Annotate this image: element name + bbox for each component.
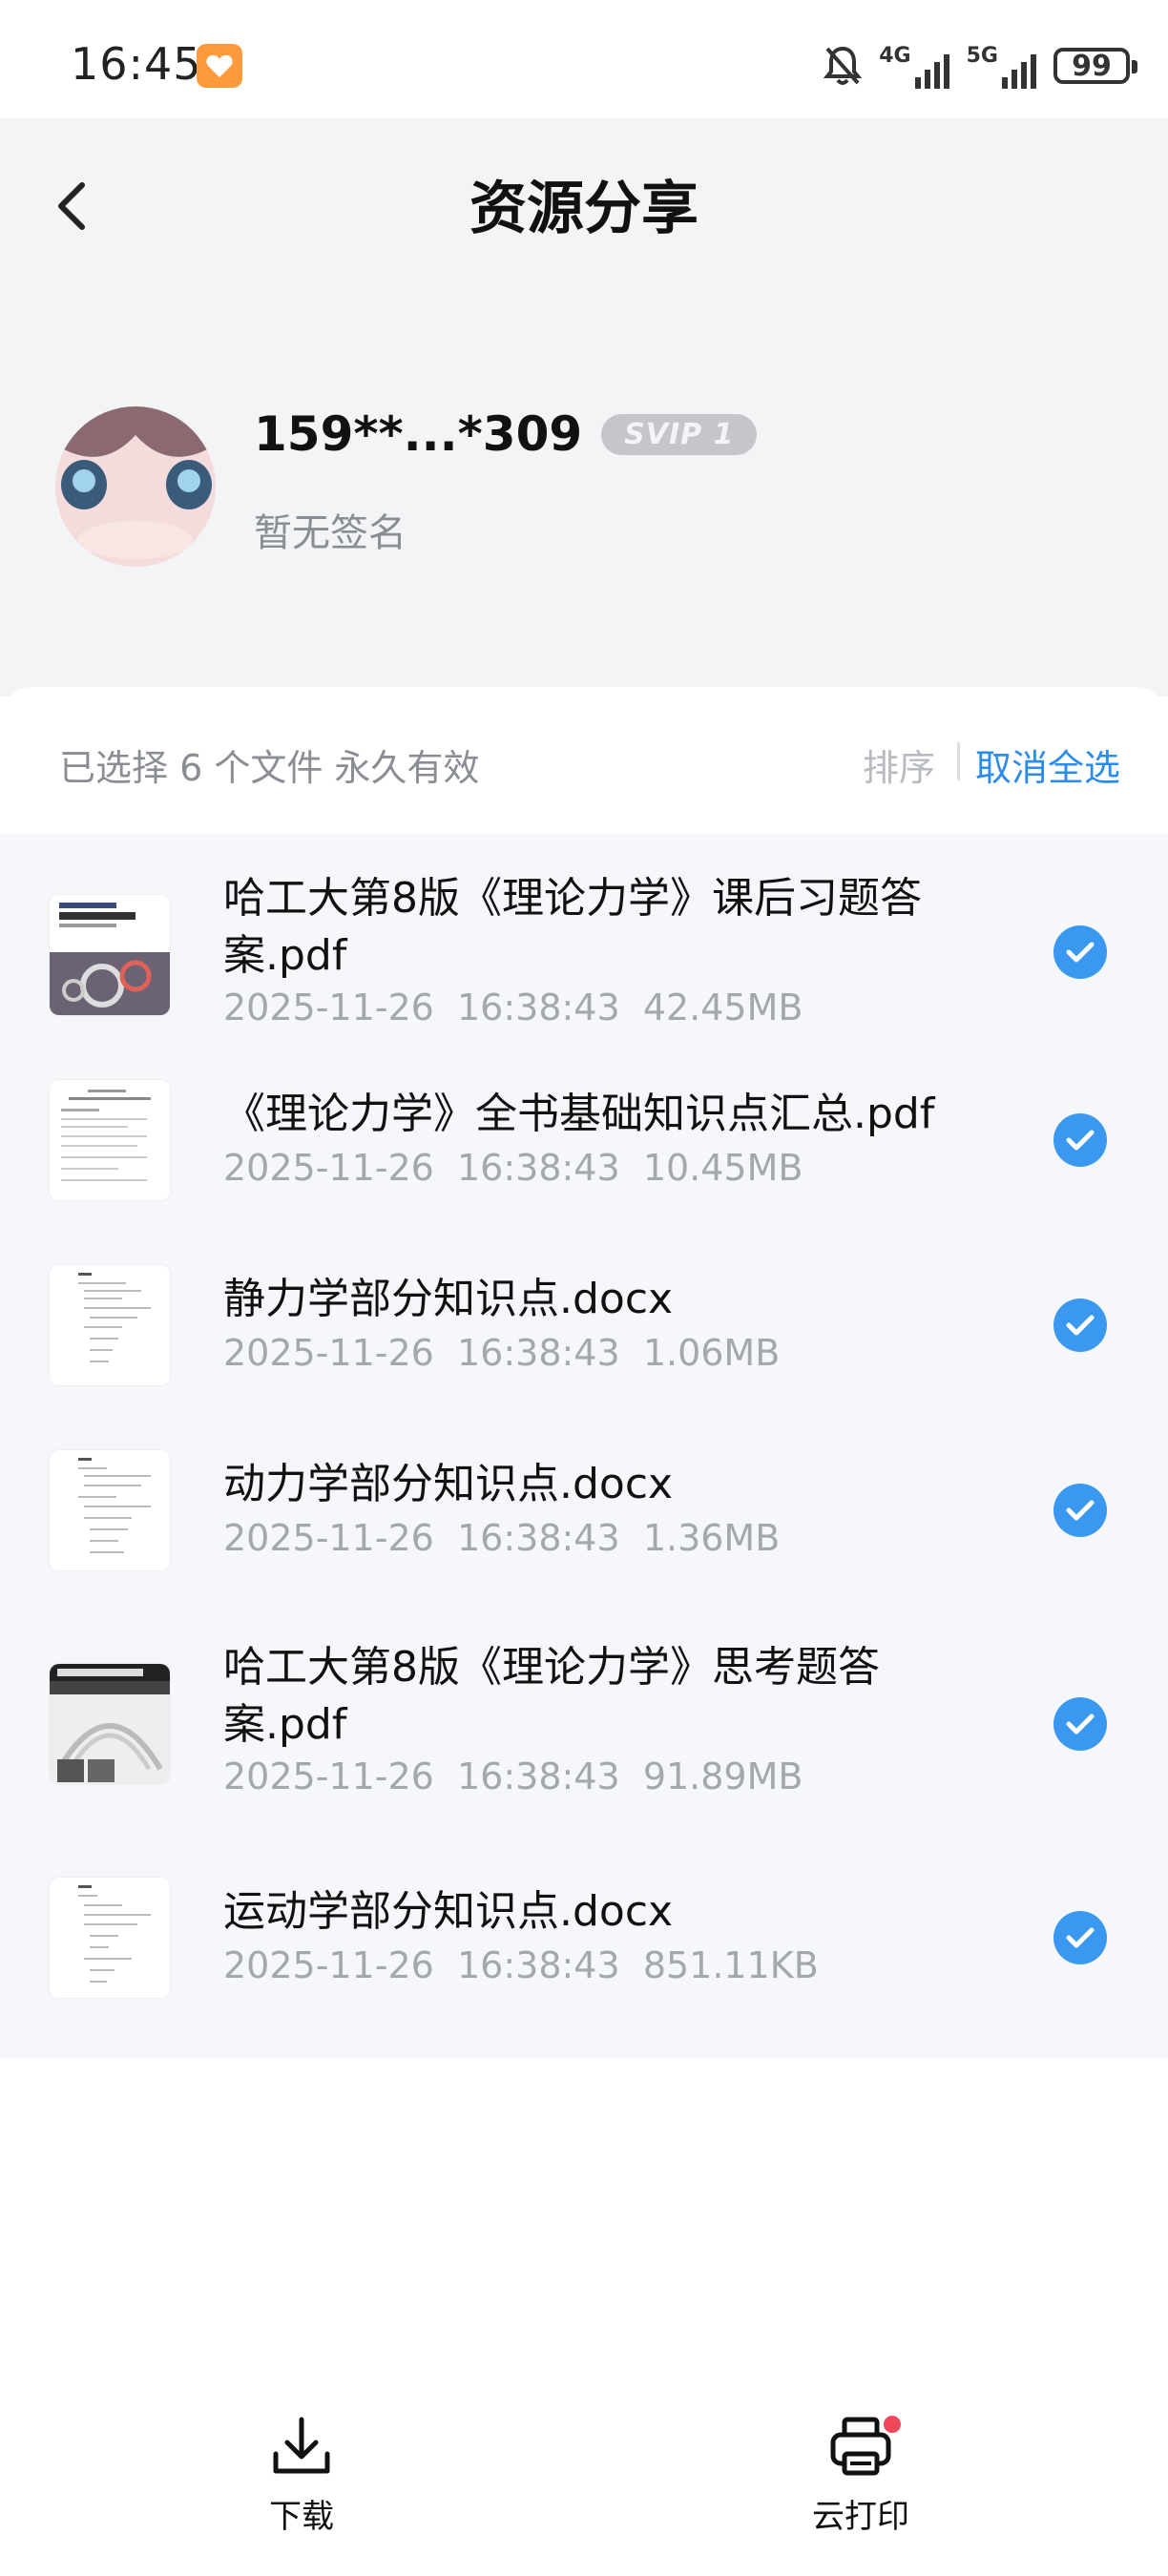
file-row[interactable]: 哈工大第8版《理论力学》思考题答案.pdf 2025-11-26 16:38:4… — [0, 1603, 1168, 1845]
signal-bars-icon — [1002, 53, 1036, 89]
download-icon — [273, 2417, 330, 2474]
download-label: 下载 — [269, 2498, 334, 2536]
file-name: 静力学部分知识点.docx — [223, 1275, 674, 1323]
notification-dot — [884, 2416, 901, 2433]
sort-button[interactable]: 排序 — [863, 738, 935, 791]
file-row[interactable]: 静力学部分知识点.docx 2025-11-26 16:38:43 1.06MB — [0, 1233, 1168, 1418]
file-thumbnail — [50, 1265, 170, 1385]
file-thumbnail — [50, 1878, 170, 1998]
check-icon — [1066, 1714, 1095, 1735]
file-thumbnail — [50, 1664, 170, 1784]
page-title: 资源分享 — [469, 176, 699, 242]
header-area: 资源分享 159**...*309 SVIP 1 暂无签名 — [0, 118, 1168, 696]
file-meta: 2025-11-26 16:38:43 42.45MB — [223, 987, 803, 1028]
divider — [957, 742, 960, 780]
file-row[interactable]: 运动学部分知识点.docx 2025-11-26 16:38:43 851.11… — [0, 1845, 1168, 2058]
checkbox-checked[interactable] — [1053, 1484, 1107, 1537]
cloud-print-label: 云打印 — [812, 2498, 909, 2536]
file-name: 动力学部分知识点.docx — [223, 1460, 674, 1508]
status-bar: 16:45 4G 5G 99 — [0, 0, 1168, 118]
file-meta: 2025-11-26 16:38:43 1.36MB — [223, 1517, 781, 1559]
status-indicators: 4G 5G 99 — [824, 42, 1137, 90]
check-icon — [1066, 1927, 1095, 1948]
file-thumbnail — [50, 1080, 170, 1200]
file-row[interactable]: 哈工大第8版《理论力学》课后习题答案.pdf 2025-11-26 16:38:… — [0, 834, 1168, 1048]
user-signature: 暂无签名 — [254, 511, 407, 555]
download-button[interactable]: 下载 — [206, 2414, 397, 2537]
status-time: 16:45 — [71, 38, 202, 90]
user-name-text: 159**...*309 — [254, 406, 583, 462]
file-panel: 已选择 6 个文件 永久有效 排序 取消全选 哈工大第8版《理论力学》课后习题答… — [0, 687, 1168, 2058]
file-name: 哈工大第8版《理论力学》课后习题答案.pdf — [223, 874, 922, 980]
file-row[interactable]: 《理论力学》全书基础知识点汇总.pdf 2025-11-26 16:38:43 … — [0, 1048, 1168, 1233]
cloud-print-button[interactable]: 云打印 — [765, 2414, 956, 2537]
signal-bars-icon — [914, 53, 949, 89]
check-icon — [1066, 1315, 1095, 1336]
file-meta: 2025-11-26 16:38:43 10.45MB — [223, 1147, 803, 1189]
battery-indicator: 99 — [1053, 48, 1137, 84]
checkbox-checked[interactable] — [1053, 1697, 1107, 1751]
deselect-all-button[interactable]: 取消全选 — [975, 738, 1120, 791]
checkbox-checked[interactable] — [1053, 1113, 1107, 1167]
file-row[interactable]: 动力学部分知识点.docx 2025-11-26 16:38:43 1.36MB — [0, 1418, 1168, 1603]
check-icon — [1066, 1130, 1095, 1151]
file-thumbnail — [50, 1450, 170, 1570]
mute-bell-icon — [824, 46, 863, 85]
file-meta: 2025-11-26 16:38:43 851.11KB — [223, 1944, 819, 1986]
signal-4g: 4G — [879, 44, 949, 89]
vip-badge: SVIP 1 — [601, 413, 758, 455]
file-list: 哈工大第8版《理论力学》课后习题答案.pdf 2025-11-26 16:38:… — [0, 834, 1168, 2058]
file-meta: 2025-11-26 16:38:43 91.89MB — [223, 1755, 803, 1797]
signal-5g: 5G — [967, 44, 1036, 89]
file-name: 运动学部分知识点.docx — [223, 1887, 674, 1936]
file-name: 哈工大第8版《理论力学》思考题答案.pdf — [223, 1643, 880, 1749]
checkbox-checked[interactable] — [1053, 1911, 1107, 1964]
checkbox-checked[interactable] — [1053, 925, 1107, 979]
avatar[interactable] — [55, 406, 216, 567]
check-icon — [1066, 942, 1095, 963]
file-meta: 2025-11-26 16:38:43 1.06MB — [223, 1332, 781, 1374]
check-icon — [1066, 1500, 1095, 1521]
app-notification-icon — [197, 44, 242, 88]
bottom-action-bar: 下载 云打印 — [0, 2385, 1168, 2576]
selection-bar: 已选择 6 个文件 永久有效 排序 取消全选 — [0, 687, 1168, 834]
checkbox-checked[interactable] — [1053, 1298, 1107, 1352]
selection-info: 已选择 6 个文件 永久有效 — [59, 747, 480, 789]
file-thumbnail — [50, 895, 170, 1015]
user-name: 159**...*309 SVIP 1 — [254, 406, 758, 462]
file-name: 《理论力学》全书基础知识点汇总.pdf — [223, 1090, 935, 1138]
